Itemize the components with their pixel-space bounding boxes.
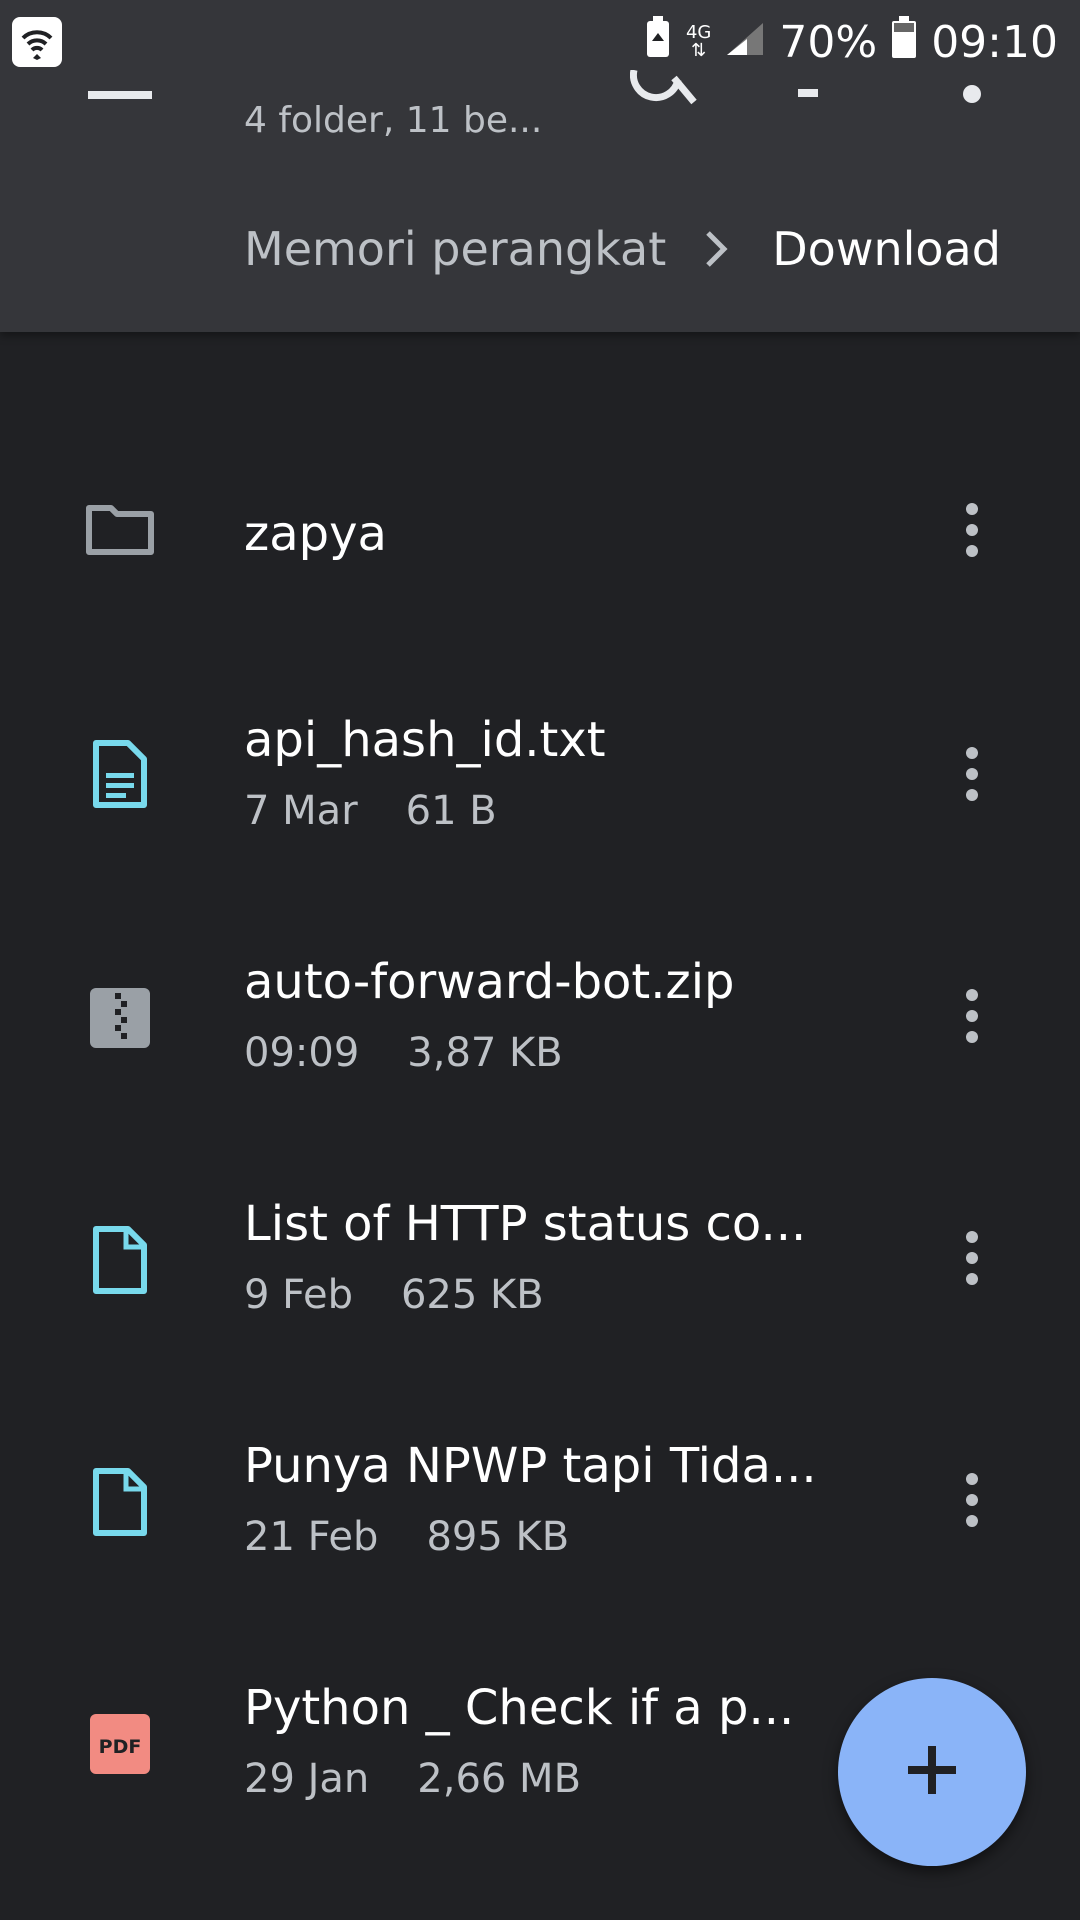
list-item[interactable]: api_hash_id.txt 7 Mar 61 B <box>0 672 1080 872</box>
plus-icon <box>906 1744 958 1800</box>
list-item[interactable]: auto-forward-bot.zip 09:09 3,87 KB <box>0 914 1080 1114</box>
file-meta: 21 Feb 895 KB <box>244 1514 569 1560</box>
folder-icon <box>82 490 158 566</box>
file-meta: 7 Mar 61 B <box>244 788 497 834</box>
file-size: 895 KB <box>426 1514 570 1560</box>
chevron-right-icon <box>702 229 730 269</box>
signal-icon <box>725 17 765 68</box>
file-icon <box>82 1464 158 1540</box>
file-name: api_hash_id.txt <box>244 712 606 768</box>
more-options-icon[interactable] <box>942 734 1002 814</box>
file-icon <box>82 1222 158 1298</box>
file-name: zapya <box>244 506 387 562</box>
breadcrumb-root[interactable]: Memori perangkat <box>244 222 666 276</box>
file-date: 21 Feb <box>244 1514 379 1560</box>
more-options-icon[interactable] <box>942 1218 1002 1298</box>
file-name: auto-forward-bot.zip <box>244 954 735 1010</box>
zip-file-icon <box>82 980 158 1056</box>
file-date: 9 Feb <box>244 1272 353 1318</box>
battery-percent: 70% <box>779 16 878 68</box>
list-item[interactable]: List of HTTP status co... 9 Feb 625 KB <box>0 1156 1080 1356</box>
file-name: Python _ Check if a p... <box>244 1680 795 1736</box>
file-size: 625 KB <box>400 1272 544 1318</box>
list-item[interactable]: zapya <box>0 430 1080 630</box>
folder-summary: 4 folder, 11 be... <box>244 100 543 141</box>
breadcrumb-current[interactable]: Download <box>772 222 1001 276</box>
file-size: 61 B <box>405 788 497 834</box>
file-size: 3,87 KB <box>407 1030 563 1076</box>
pdf-file-icon: PDF <box>82 1706 158 1782</box>
file-name: List of HTTP status co... <box>244 1196 807 1252</box>
view-toggle-icon[interactable] <box>798 84 818 103</box>
battery-icon <box>891 15 917 70</box>
pdf-badge-text: PDF <box>99 1736 142 1758</box>
network-type: 4G ⇅ <box>685 22 712 61</box>
more-options-icon[interactable] <box>942 490 1002 570</box>
text-file-icon <box>82 736 158 812</box>
status-bar: 4G ⇅ 70% 09:10 <box>0 0 1080 84</box>
file-date: 7 Mar <box>244 788 358 834</box>
clock: 09:10 <box>931 16 1058 68</box>
more-options-icon[interactable] <box>942 1460 1002 1540</box>
file-size: 2,66 MB <box>417 1756 582 1802</box>
menu-icon[interactable] <box>88 86 152 105</box>
breadcrumb: Memori perangkat Download <box>244 222 1001 276</box>
file-date: 09:09 <box>244 1030 360 1076</box>
wifi-app-icon <box>12 17 62 67</box>
more-options-icon[interactable] <box>942 976 1002 1056</box>
file-name: Punya NPWP tapi Tida... <box>244 1438 817 1494</box>
more-options-icon[interactable] <box>962 84 982 112</box>
file-meta: 9 Feb 625 KB <box>244 1272 544 1318</box>
file-meta: 09:09 3,87 KB <box>244 1030 563 1076</box>
list-item[interactable]: Punya NPWP tapi Tida... 21 Feb 895 KB <box>0 1398 1080 1598</box>
battery-saver-icon <box>644 15 672 70</box>
file-meta: 29 Jan 2,66 MB <box>244 1756 581 1802</box>
file-date: 29 Jan <box>244 1756 370 1802</box>
add-fab-button[interactable] <box>838 1678 1026 1866</box>
